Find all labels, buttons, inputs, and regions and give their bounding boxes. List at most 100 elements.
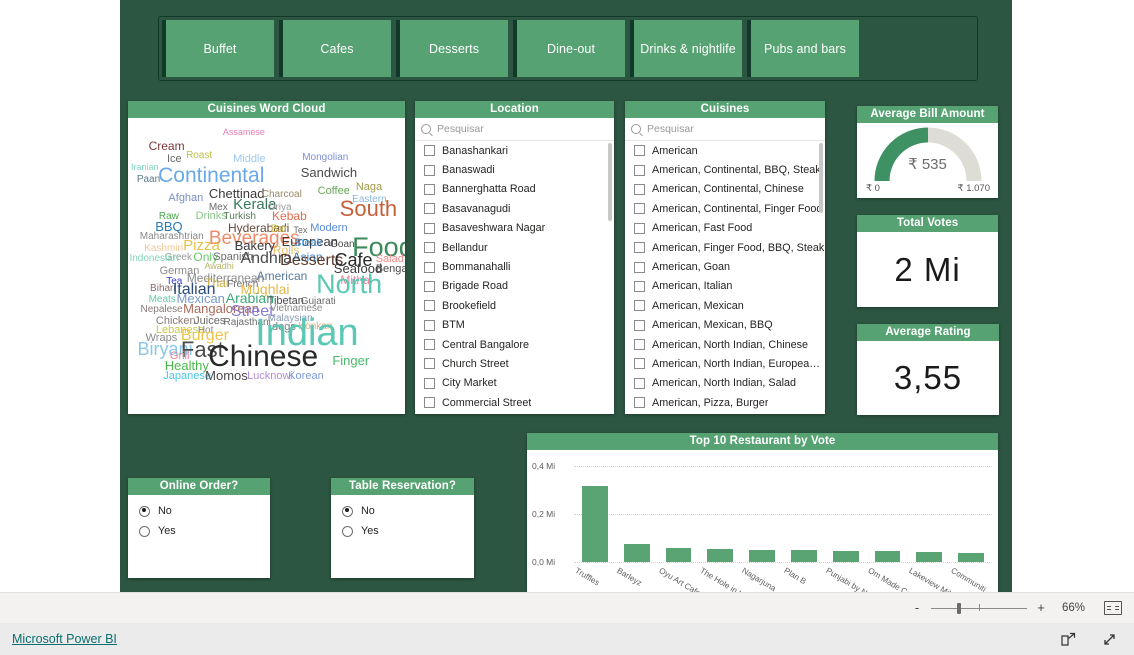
slicer-item[interactable]: Central Bangalore: [415, 335, 614, 354]
average-rating-card[interactable]: Average Rating 3,55: [857, 324, 999, 415]
checkbox[interactable]: [634, 339, 645, 351]
bar[interactable]: [916, 552, 943, 562]
scrollbar-thumb[interactable]: [819, 143, 823, 213]
word-cloud-word[interactable]: Lucknowi: [247, 371, 293, 382]
checkbox[interactable]: [424, 222, 435, 234]
slicer-item[interactable]: American, Fast Food: [625, 219, 825, 238]
radio-option-yes[interactable]: Yes: [128, 521, 270, 541]
category-button-dine-out[interactable]: Dine-out: [513, 20, 625, 77]
slicer-item[interactable]: American, Italian: [625, 277, 825, 296]
bar[interactable]: [790, 550, 817, 562]
word-cloud-word[interactable]: Cream: [149, 140, 185, 152]
cuisines-word-cloud-visual[interactable]: Cuisines Word Cloud Assamese Cream Ice Roas…: [128, 101, 405, 414]
word-cloud-word[interactable]: Finger: [332, 354, 369, 367]
slicer-item[interactable]: Brigade Road: [415, 277, 614, 296]
radio-button[interactable]: [342, 525, 353, 537]
checkbox[interactable]: [634, 319, 645, 331]
bar[interactable]: [749, 549, 776, 562]
slicer-item[interactable]: Brookefield: [415, 296, 614, 315]
checkbox[interactable]: [634, 300, 645, 312]
word-cloud-word[interactable]: North: [316, 271, 382, 298]
bar-chart-plot-area[interactable]: 0,0 Mi 0,2 Mi 0,4 Mi Truffles Barleyz Oyu Art…: [527, 450, 998, 592]
checkbox[interactable]: [424, 397, 435, 409]
slicer-item[interactable]: American, Mexican, BBQ: [625, 316, 825, 335]
bar[interactable]: [665, 548, 692, 562]
word-cloud-word[interactable]: Gujarati: [301, 297, 336, 307]
word-cloud-word[interactable]: Coffee: [318, 185, 350, 197]
slicer-item[interactable]: Bellandur: [415, 238, 614, 257]
table-reservation-options[interactable]: No Yes: [331, 495, 474, 578]
zoom-slider-thumb[interactable]: [957, 603, 961, 614]
table-reservation-slicer[interactable]: Table Reservation? No Yes: [331, 478, 474, 578]
average-bill-amount-gauge[interactable]: Average Bill Amount ₹ 535 ₹ 0 ₹ 1.070: [857, 106, 998, 198]
checkbox[interactable]: [634, 203, 645, 215]
category-button-pubs-and-bars[interactable]: Pubs and bars: [747, 20, 859, 77]
bar[interactable]: [623, 543, 650, 562]
word-cloud-word[interactable]: Indonesian: [129, 253, 178, 264]
checkbox[interactable]: [634, 397, 645, 409]
bar-chart-body[interactable]: 0,0 Mi 0,2 Mi 0,4 Mi Truffles Barleyz Oyu Art…: [527, 450, 998, 592]
checkbox[interactable]: [634, 222, 645, 234]
checkbox[interactable]: [634, 358, 645, 370]
word-cloud-word[interactable]: Momos: [205, 369, 248, 382]
word-cloud-word[interactable]: Bihari: [150, 283, 176, 294]
cuisines-slicer[interactable]: Cuisines Pesquisar American American, Con…: [625, 101, 825, 414]
checkbox[interactable]: [634, 183, 645, 195]
slicer-item[interactable]: American, Continental, BBQ, Steak: [625, 160, 825, 179]
slicer-item[interactable]: American, Goan: [625, 257, 825, 276]
bar[interactable]: [958, 552, 985, 562]
radio-button[interactable]: [139, 505, 150, 517]
cuisines-slicer-body[interactable]: Pesquisar American American, Continental,…: [625, 118, 825, 414]
bar[interactable]: [874, 551, 901, 562]
slicer-item[interactable]: BTM: [415, 316, 614, 335]
zoom-in-button[interactable]: +: [1036, 601, 1046, 614]
checkbox[interactable]: [424, 242, 435, 254]
radio-button[interactable]: [139, 525, 150, 537]
fullscreen-icon[interactable]: [1101, 631, 1118, 648]
online-order-options[interactable]: No Yes: [128, 495, 270, 578]
word-cloud-word[interactable]: Modern: [310, 222, 347, 234]
word-cloud-word[interactable]: Korean: [288, 371, 323, 382]
zoom-slider[interactable]: [931, 602, 1027, 614]
checkbox[interactable]: [424, 339, 435, 351]
location-slicer-body[interactable]: Pesquisar Banashankari Banaswadi Bannergha…: [415, 118, 614, 414]
word-cloud-word[interactable]: Iranian: [131, 163, 159, 172]
cuisines-search-input[interactable]: Pesquisar: [647, 123, 694, 135]
checkbox[interactable]: [424, 280, 435, 292]
checkbox[interactable]: [634, 242, 645, 254]
online-order-slicer[interactable]: Online Order? No Yes: [128, 478, 270, 578]
word-cloud-word[interactable]: Naga: [356, 181, 382, 193]
word-cloud-word[interactable]: Mongolian: [302, 152, 348, 163]
checkbox[interactable]: [424, 145, 435, 157]
slicer-item[interactable]: City Market: [415, 374, 614, 393]
word-cloud-body[interactable]: Assamese Cream Ice Roast Middle Mongolian Iran…: [128, 118, 405, 414]
slicer-item[interactable]: American, North Indian, Chinese: [625, 335, 825, 354]
slicer-item[interactable]: American, Continental, Chinese: [625, 180, 825, 199]
fit-to-page-button[interactable]: [1104, 601, 1122, 615]
zoom-out-button[interactable]: -: [912, 601, 922, 614]
zoom-control[interactable]: - + 66%: [912, 601, 1122, 615]
slicer-item[interactable]: Banashankari: [415, 141, 614, 160]
word-cloud-word[interactable]: Assamese: [223, 128, 265, 137]
slicer-item[interactable]: American, Mexican: [625, 296, 825, 315]
category-button-drinks-nightlife[interactable]: Drinks & nightlife: [630, 20, 742, 77]
total-votes-card[interactable]: Total Votes 2 Mi: [857, 215, 998, 307]
word-cloud-word[interactable]: Continental: [158, 165, 264, 186]
category-button-desserts[interactable]: Desserts: [396, 20, 508, 77]
location-search-row[interactable]: Pesquisar: [415, 118, 614, 141]
word-cloud-word[interactable]: Sandwich: [301, 166, 357, 179]
word-cloud-word[interactable]: Drinks: [196, 210, 227, 222]
slicer-item[interactable]: Banaswadi: [415, 160, 614, 179]
radio-option-yes[interactable]: Yes: [331, 521, 474, 541]
share-icon[interactable]: [1060, 631, 1077, 648]
word-cloud-word[interactable]: Nepalese: [140, 305, 182, 315]
slicer-item[interactable]: American, North Indian, Salad: [625, 374, 825, 393]
word-cloud-word[interactable]: Paan: [137, 174, 160, 185]
category-button-cafes[interactable]: Cafes: [279, 20, 391, 77]
location-slicer[interactable]: Location Pesquisar Banashankari Banaswadi…: [415, 101, 614, 414]
slicer-item[interactable]: American, Pizza, Burger: [625, 393, 825, 412]
word-cloud-word[interactable]: Kebab: [272, 210, 307, 222]
slicer-item[interactable]: American, Finger Food, BBQ, Steak: [625, 238, 825, 257]
slicer-item[interactable]: Church Street: [415, 354, 614, 373]
slicer-item[interactable]: American, Continental, Finger Food: [625, 199, 825, 218]
